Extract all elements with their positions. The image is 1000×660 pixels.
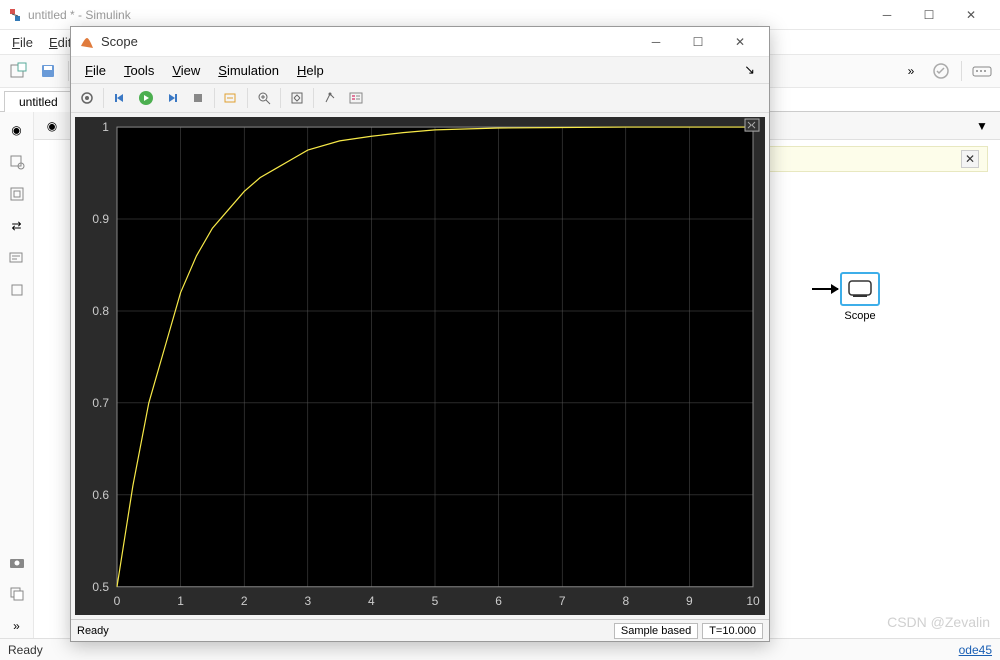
save-icon[interactable] xyxy=(36,59,60,83)
separator xyxy=(313,88,314,108)
highlight-icon[interactable] xyxy=(219,86,243,110)
minimize-button[interactable]: ─ xyxy=(866,1,908,29)
scope-menu-tools[interactable]: Tools xyxy=(116,61,162,80)
scope-menu-view[interactable]: View xyxy=(164,61,208,80)
scope-menu-file[interactable]: File xyxy=(77,61,114,80)
svg-text:5: 5 xyxy=(432,594,439,608)
svg-text:0.9: 0.9 xyxy=(92,212,109,226)
svg-text:4: 4 xyxy=(368,594,375,608)
svg-text:8: 8 xyxy=(622,594,629,608)
step-forward-icon[interactable] xyxy=(160,86,184,110)
new-model-icon[interactable] xyxy=(6,59,30,83)
menu-file[interactable]: File xyxy=(6,33,39,52)
matlab-icon xyxy=(79,34,95,50)
maximize-button[interactable]: ☐ xyxy=(908,1,950,29)
model-tab[interactable]: untitled xyxy=(4,91,73,112)
scope-close-button[interactable]: ✕ xyxy=(719,28,761,56)
autoscale-icon[interactable] xyxy=(285,86,309,110)
svg-text:9: 9 xyxy=(686,594,693,608)
main-title: untitled * - Simulink xyxy=(28,8,866,22)
svg-text:0.5: 0.5 xyxy=(92,580,109,594)
keyboard-icon[interactable] xyxy=(970,59,994,83)
svg-text:0.6: 0.6 xyxy=(92,488,109,502)
step-back-icon[interactable] xyxy=(108,86,132,110)
separator xyxy=(103,88,104,108)
svg-text:0.7: 0.7 xyxy=(92,396,109,410)
scope-block-label: Scope xyxy=(844,310,875,322)
close-button[interactable]: ✕ xyxy=(950,1,992,29)
legend-icon[interactable] xyxy=(344,86,368,110)
scope-minimize-button[interactable]: ─ xyxy=(635,28,677,56)
signal-line xyxy=(812,288,838,290)
stop-icon[interactable] xyxy=(186,86,210,110)
scope-toolbar xyxy=(71,83,769,113)
chevron-double-icon[interactable]: » xyxy=(5,614,29,638)
scope-menu-simulation[interactable]: Simulation xyxy=(210,61,287,80)
simulink-icon xyxy=(8,8,22,22)
scope-statusbar: Ready Sample based T=10.000 xyxy=(71,619,769,641)
status-ready: Ready xyxy=(8,643,43,657)
chevron-right-icon[interactable]: » xyxy=(899,59,923,83)
svg-text:6: 6 xyxy=(495,594,502,608)
svg-text:10: 10 xyxy=(746,594,760,608)
zoom-rect-icon[interactable] xyxy=(5,150,29,174)
dropdown-chevron-icon[interactable]: ▼ xyxy=(970,114,994,138)
separator xyxy=(247,88,248,108)
scope-plot[interactable]: 0 1 2 3 4 5 6 7 8 9 10 0.5 0.6 0.7 0.8 0.9 1 xyxy=(75,117,765,615)
separator xyxy=(68,61,69,81)
svg-text:0: 0 xyxy=(114,594,121,608)
scope-status-ready: Ready xyxy=(77,625,109,637)
sim-time-label: T=10.000 xyxy=(702,623,763,639)
scope-menu-arrow-icon[interactable]: ↘ xyxy=(736,60,763,80)
scope-block[interactable]: Scope xyxy=(840,272,880,322)
annotate-icon[interactable] xyxy=(5,246,29,270)
fit-icon[interactable] xyxy=(5,182,29,206)
svg-text:2: 2 xyxy=(241,594,248,608)
scope-titlebar: Scope ─ ☐ ✕ xyxy=(71,27,769,57)
scope-maximize-button[interactable]: ☐ xyxy=(677,28,719,56)
run-icon[interactable] xyxy=(134,86,158,110)
scope-window: Scope ─ ☐ ✕ File Tools View Simulation H… xyxy=(70,26,770,642)
check-circle-icon[interactable] xyxy=(929,59,953,83)
svg-text:0.8: 0.8 xyxy=(92,304,109,318)
svg-text:1: 1 xyxy=(177,594,184,608)
nav-back-icon[interactable]: ◉ xyxy=(40,114,64,138)
layers-icon[interactable] xyxy=(5,582,29,606)
svg-text:1: 1 xyxy=(102,120,109,134)
zoom-icon[interactable] xyxy=(252,86,276,110)
svg-text:7: 7 xyxy=(559,594,566,608)
plot-canvas: 0 1 2 3 4 5 6 7 8 9 10 0.5 0.6 0.7 0.8 0.9 1 xyxy=(75,117,765,615)
gear-icon[interactable] xyxy=(75,86,99,110)
separator xyxy=(214,88,215,108)
solver-link[interactable]: ode45 xyxy=(959,643,992,657)
sample-mode-label: Sample based xyxy=(614,623,698,639)
camera-icon[interactable] xyxy=(5,550,29,574)
nav-target-icon[interactable]: ◉ xyxy=(5,118,29,142)
swap-icon[interactable]: ⇄ xyxy=(5,214,29,238)
banner-close-icon[interactable]: ✕ xyxy=(961,150,979,168)
area-icon[interactable] xyxy=(5,278,29,302)
scope-menubar: File Tools View Simulation Help ↘ xyxy=(71,57,769,83)
scope-block-icon xyxy=(840,272,880,306)
separator xyxy=(280,88,281,108)
left-toolbar: ◉ ⇄ » xyxy=(0,112,34,638)
cursor-measure-icon[interactable] xyxy=(318,86,342,110)
scope-menu-help[interactable]: Help xyxy=(289,61,332,80)
scope-title: Scope xyxy=(101,34,635,49)
svg-text:3: 3 xyxy=(304,594,311,608)
separator xyxy=(961,61,962,81)
